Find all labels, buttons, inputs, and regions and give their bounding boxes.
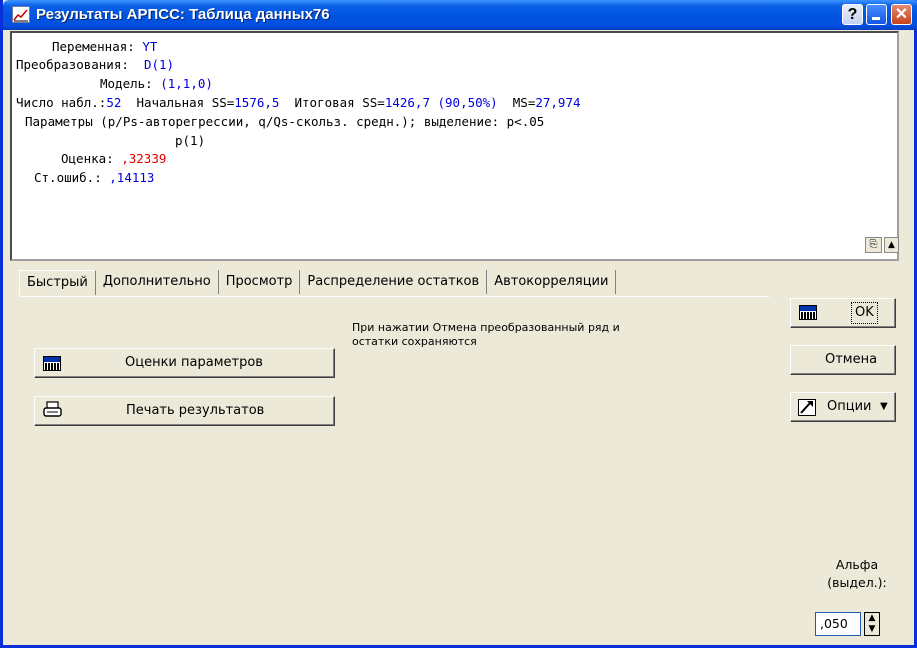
chart-icon <box>12 6 30 23</box>
estimate-value: ,32339 <box>121 151 167 166</box>
alpha-spinner[interactable]: ▲ ▼ <box>864 612 880 636</box>
spin-up-icon[interactable]: ▲ <box>865 613 879 624</box>
sum-table-icon <box>43 356 61 371</box>
stderr-value: ,14113 <box>109 170 155 185</box>
variable-line: Переменная: YT <box>52 39 158 54</box>
estimate-line: Оценка: ,32339 <box>61 151 167 166</box>
minimize-icon <box>872 17 880 20</box>
tab-advanced[interactable]: Дополнительно <box>95 270 219 294</box>
print-results-button[interactable]: Печать результатов <box>34 396 335 426</box>
parameter-estimates-button[interactable]: Оценки параметров <box>34 348 335 378</box>
model-line: Модель: (1,1,0) <box>100 76 213 91</box>
expand-icon[interactable]: ▲ <box>884 237 899 253</box>
sum-table-icon <box>799 305 817 320</box>
tab-residuals-distribution[interactable]: Распределение остатков <box>300 270 488 294</box>
printer-icon <box>43 401 63 423</box>
options-icon <box>798 399 816 420</box>
results-output-panel[interactable]: Переменная: YT Преобразования: D(1) Моде… <box>10 31 899 261</box>
variable-value: YT <box>142 39 158 54</box>
stderr-line: Ст.ошиб.: ,14113 <box>34 170 155 185</box>
spin-down-icon[interactable]: ▼ <box>865 624 879 635</box>
results-window: Результаты АРПСС: Таблица данных76 ? ✕ П… <box>0 0 917 648</box>
help-button[interactable]: ? <box>842 4 863 25</box>
tab-quick[interactable]: Быстрый <box>19 270 96 295</box>
ok-button[interactable]: OK <box>790 298 896 328</box>
model-value: (1,1,0) <box>160 76 213 91</box>
chevron-down-icon: ▼ <box>880 401 888 412</box>
tab-strip: Быстрый Дополнительно Просмотр Распредел… <box>19 270 617 296</box>
title-bar[interactable]: Результаты АРПСС: Таблица данных76 ? ✕ <box>3 0 917 30</box>
close-button[interactable]: ✕ <box>891 4 912 25</box>
copy-icon[interactable]: ⎘ <box>865 237 882 253</box>
summary-line: Число набл.:52 Начальная SS=1576,5 Итого… <box>16 95 581 110</box>
transform-line: Преобразования: D(1) <box>16 57 175 72</box>
options-button[interactable]: Опции ▼ <box>790 392 896 422</box>
params-line: Параметры (p/Ps-авторегрессии, q/Qs-скол… <box>25 114 545 129</box>
window-title: Результаты АРПСС: Таблица данных76 <box>36 6 330 23</box>
tab-autocorrelations[interactable]: Автокорреляции <box>487 270 617 294</box>
tab-view[interactable]: Просмотр <box>218 270 301 294</box>
cancel-button[interactable]: Отмена <box>790 345 896 375</box>
param-header: p(1) <box>175 133 206 148</box>
minimize-button[interactable] <box>866 4 887 25</box>
alpha-input[interactable]: ,050 <box>815 612 861 636</box>
alpha-label: Альфа (выдел.): <box>827 557 887 590</box>
cancel-note: При нажатии Отмена преобразованный ряд и… <box>352 321 620 348</box>
transform-value: D(1) <box>143 57 175 72</box>
